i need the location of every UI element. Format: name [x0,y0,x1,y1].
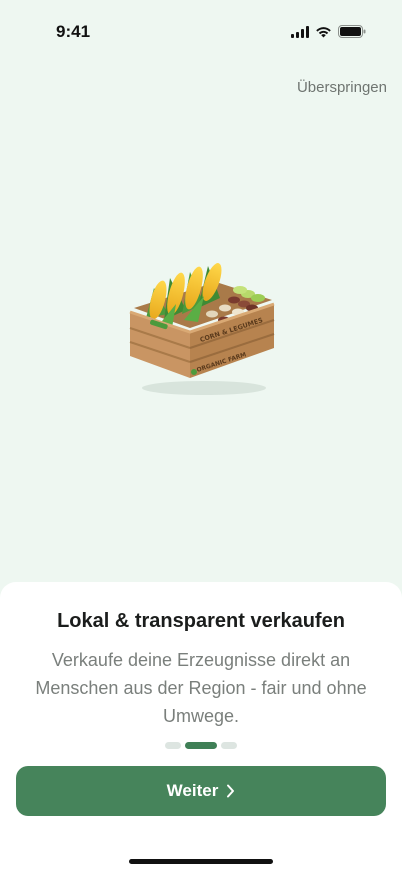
skip-button[interactable]: Überspringen [297,79,387,96]
onboarding-title: Lokal & transparent verkaufen [57,610,345,632]
page-dot[interactable] [165,742,181,749]
status-time: 9:41 [56,22,91,41]
page-dot-active[interactable] [185,742,217,749]
next-button-label: Weiter [166,781,219,800]
home-indicator [129,859,273,864]
page-indicator [0,742,402,749]
battery-icon [338,25,366,38]
onboarding-sheet: Lokal & transparent verkaufen Verkaufe d… [0,582,402,874]
status-bar: 9:41 [0,0,402,60]
cellular-signal-icon [291,25,309,38]
produce-crate-illustration: CORN & LEGUMES ORGANIC FARM [129,263,275,395]
onboarding-description: Verkaufe deine Erzeugnisse direkt an Men… [35,650,367,726]
wifi-icon [316,26,331,37]
chevron-right-icon [227,784,235,798]
next-button[interactable]: Weiter [16,766,386,816]
status-icons [291,25,366,38]
page-dot[interactable] [221,742,237,749]
